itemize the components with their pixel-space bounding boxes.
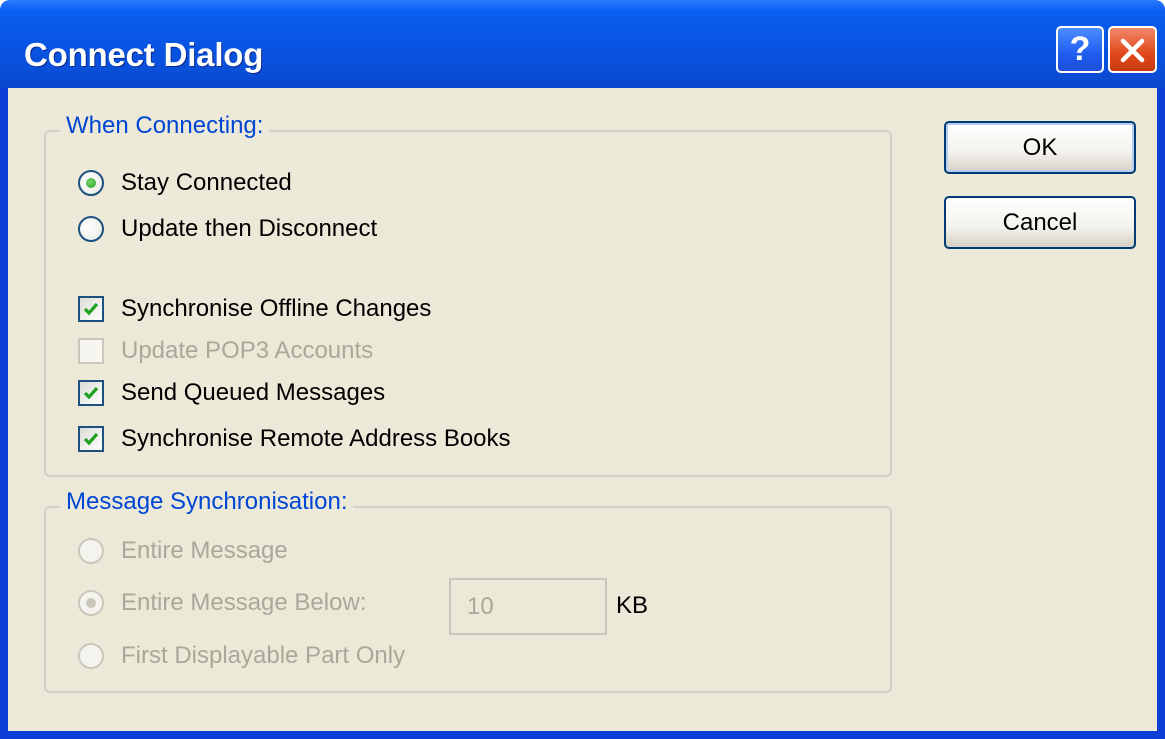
send-queued-label: Send Queued Messages [121,379,386,406]
entire-message-label: Entire Message [121,537,288,564]
check-mark-icon [83,386,99,400]
question-mark-icon: ? [1069,30,1091,68]
first-displayable-label: First Displayable Part Only [121,642,406,669]
sync-offline-label: Synchronise Offline Changes [121,295,432,322]
title-bar[interactable]: Connect Dialog ? [0,0,1165,88]
window-title: Connect Dialog [24,36,264,73]
size-unit-label: KB [616,592,649,619]
sync-address-books-label: Synchronise Remote Address Books [121,425,511,452]
close-button[interactable] [1108,26,1157,73]
close-x-icon [1120,38,1145,63]
checkbox-checked[interactable] [78,380,104,406]
radio-button-selected[interactable] [78,170,104,196]
radio-button-disabled [78,538,104,564]
update-pop3-label: Update POP3 Accounts [121,337,374,364]
check-mark-icon [83,432,99,446]
check-mark-icon [83,302,99,316]
ok-button[interactable]: OK [944,121,1136,174]
radio-button-disabled [78,643,104,669]
radio-button-disabled-selected [78,590,104,616]
dialog-window: Connect Dialog ? When Connecting: Stay C… [0,0,1165,739]
update-then-disconnect-label: Update then Disconnect [121,215,378,242]
radio-button[interactable] [78,216,104,242]
message-sync-legend: Message Synchronisation: [60,488,354,516]
size-limit-field: 10 [449,578,607,635]
checkbox-disabled [78,338,104,364]
entire-message-below-label: Entire Message Below: [121,589,367,616]
cancel-button[interactable]: Cancel [944,196,1136,249]
help-button[interactable]: ? [1056,26,1104,73]
stay-connected-label: Stay Connected [121,169,292,196]
dialog-client-area: When Connecting: Stay Connected Update t… [8,88,1157,731]
checkbox-checked[interactable] [78,426,104,452]
when-connecting-legend: When Connecting: [60,112,270,140]
checkbox-checked[interactable] [78,296,104,322]
